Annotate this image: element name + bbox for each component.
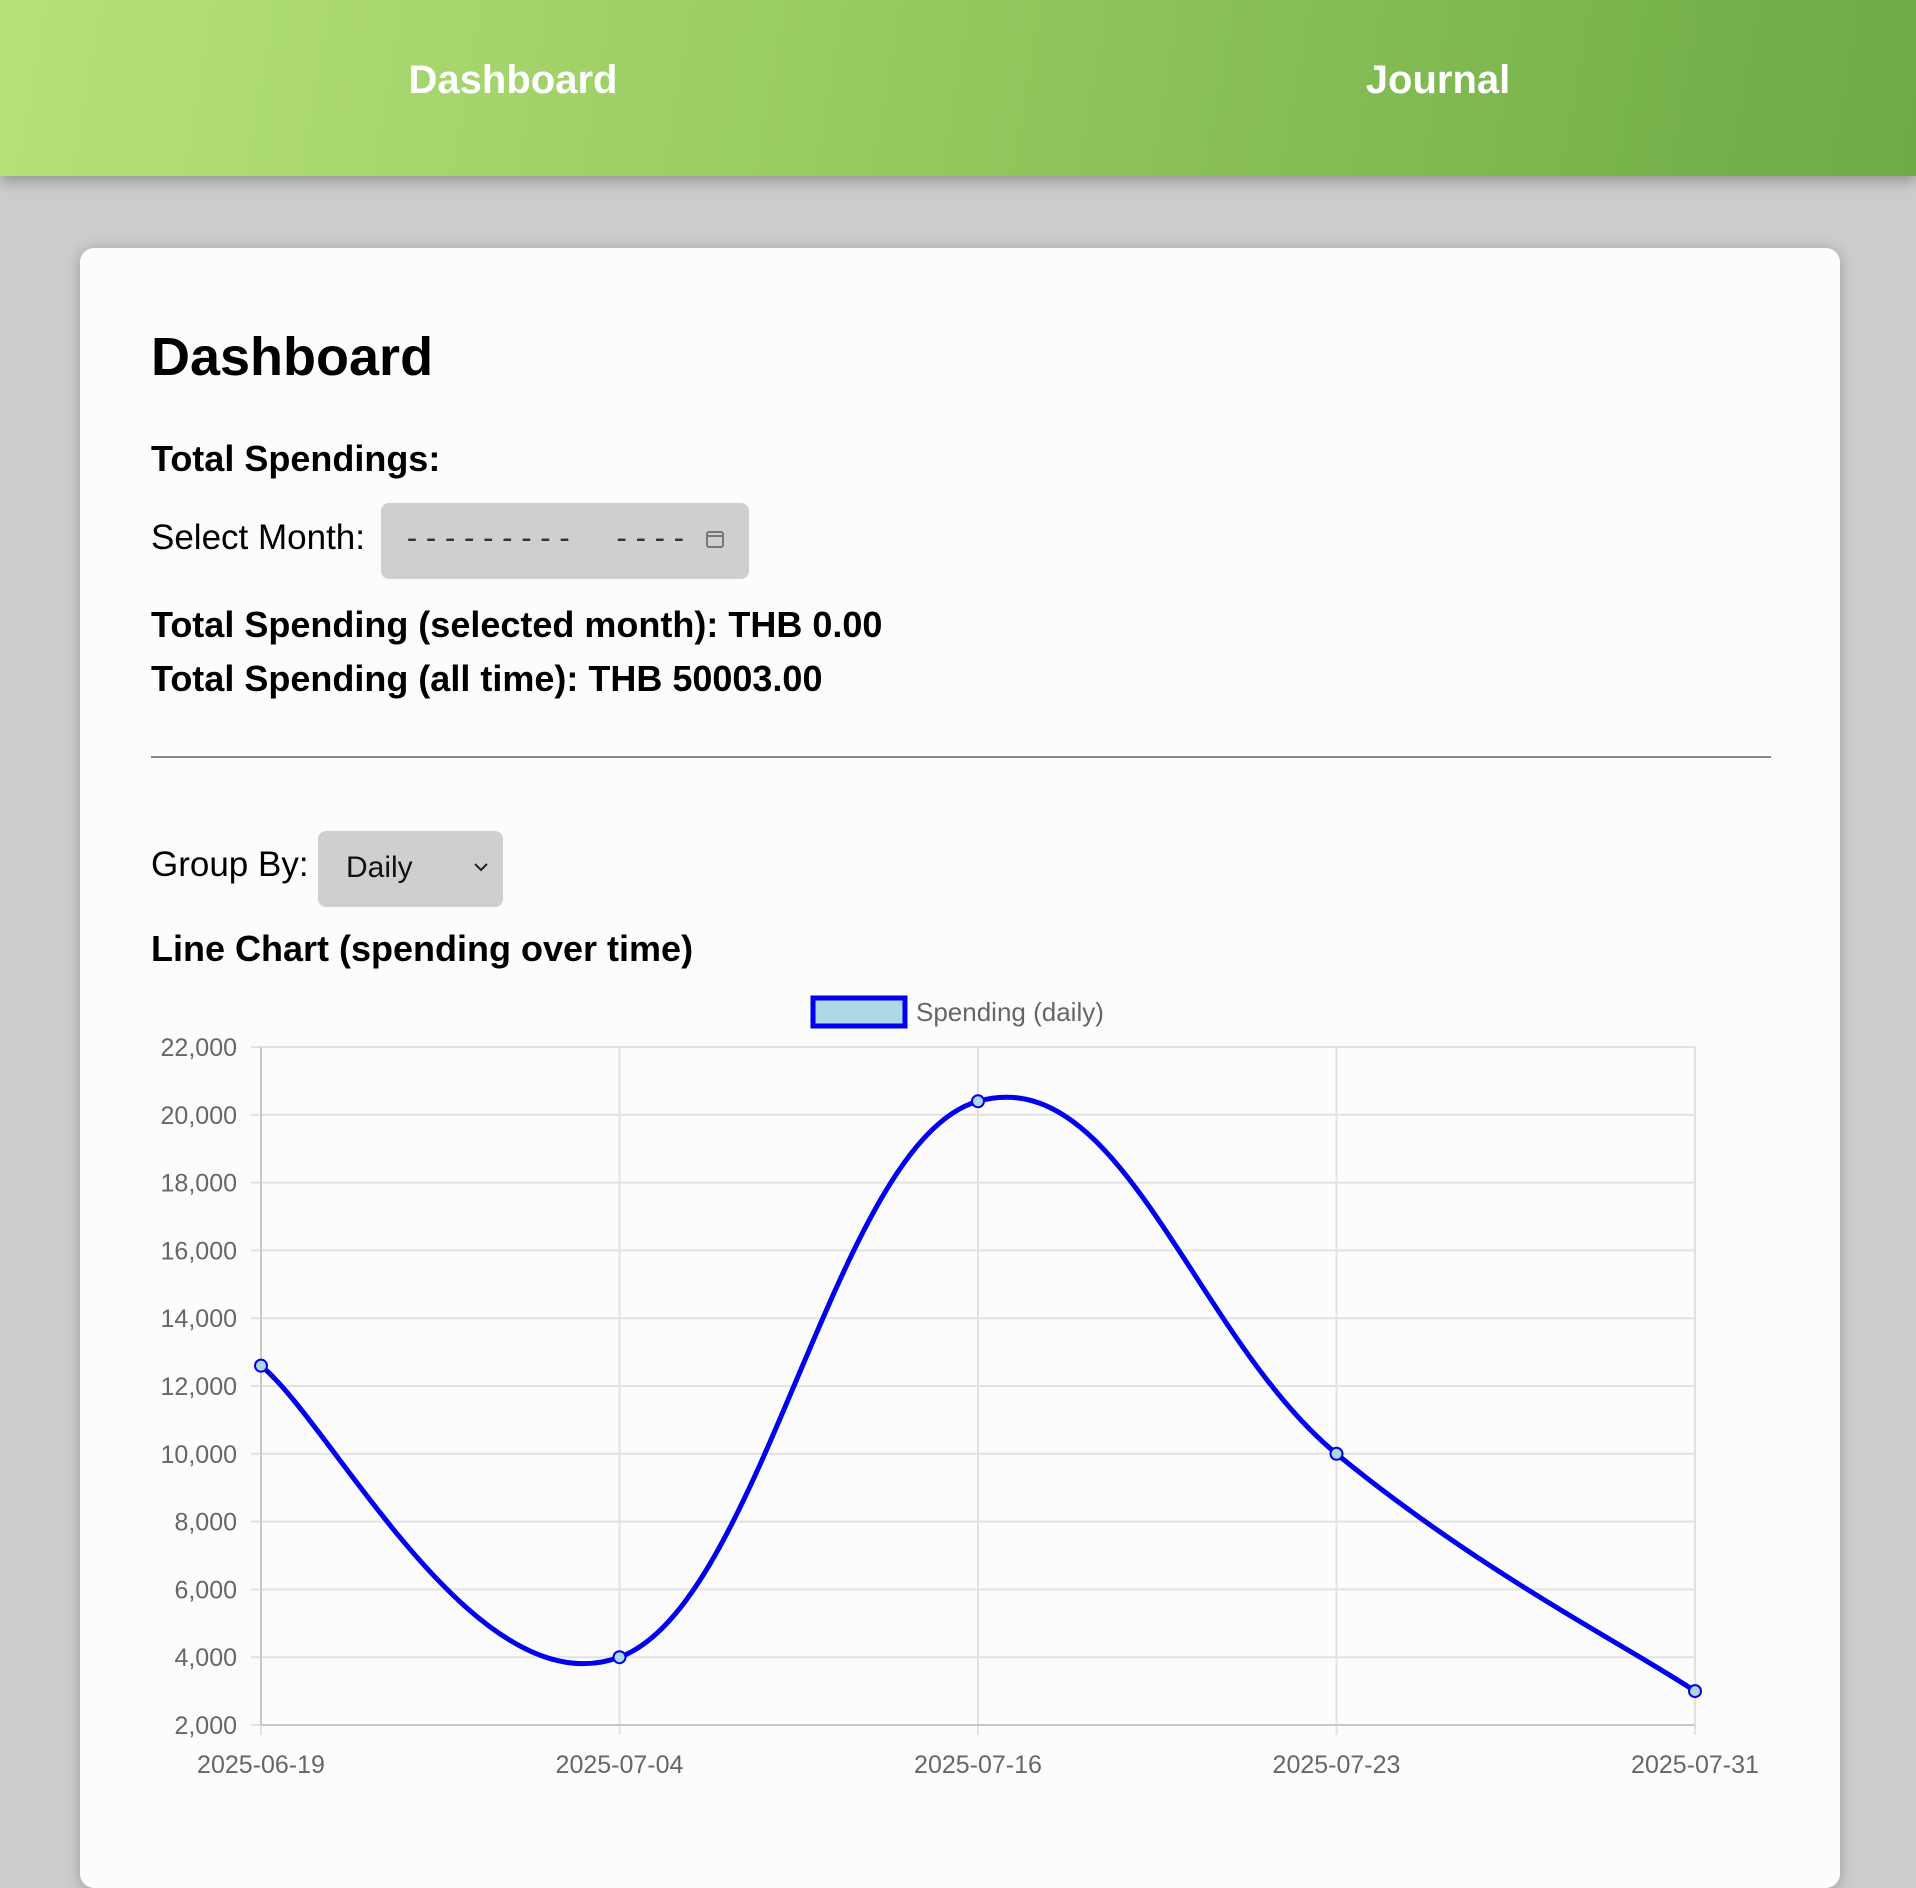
month-input-placeholder: --------- ---- <box>403 521 689 556</box>
select-month-label: Select Month: <box>151 518 365 557</box>
top-nav-bar: Dashboard Journal <box>0 0 1916 176</box>
month-input[interactable]: --------- ---- <box>381 503 749 579</box>
page-title: Dashboard <box>151 327 434 387</box>
group-by-selected-value: Daily <box>346 851 413 884</box>
divider <box>151 756 1771 758</box>
total-spending-all-time: Total Spending (all time): THB 50003.00 <box>151 658 823 699</box>
total-spending-selected-month: Total Spending (selected month): THB 0.0… <box>151 604 883 645</box>
chart-heading: Line Chart (spending over time) <box>151 928 694 969</box>
calendar-icon[interactable] <box>705 529 725 549</box>
nav-link-journal[interactable]: Journal <box>1366 58 1510 103</box>
group-by-select[interactable]: Daily <box>318 831 503 907</box>
group-by-label: Group By: <box>151 845 309 884</box>
dashboard-card: Dashboard Total Spendings: Select Month:… <box>80 248 1840 1888</box>
total-spendings-heading: Total Spendings: <box>151 438 441 479</box>
chevron-down-icon <box>474 863 488 872</box>
nav-link-dashboard[interactable]: Dashboard <box>409 58 618 103</box>
